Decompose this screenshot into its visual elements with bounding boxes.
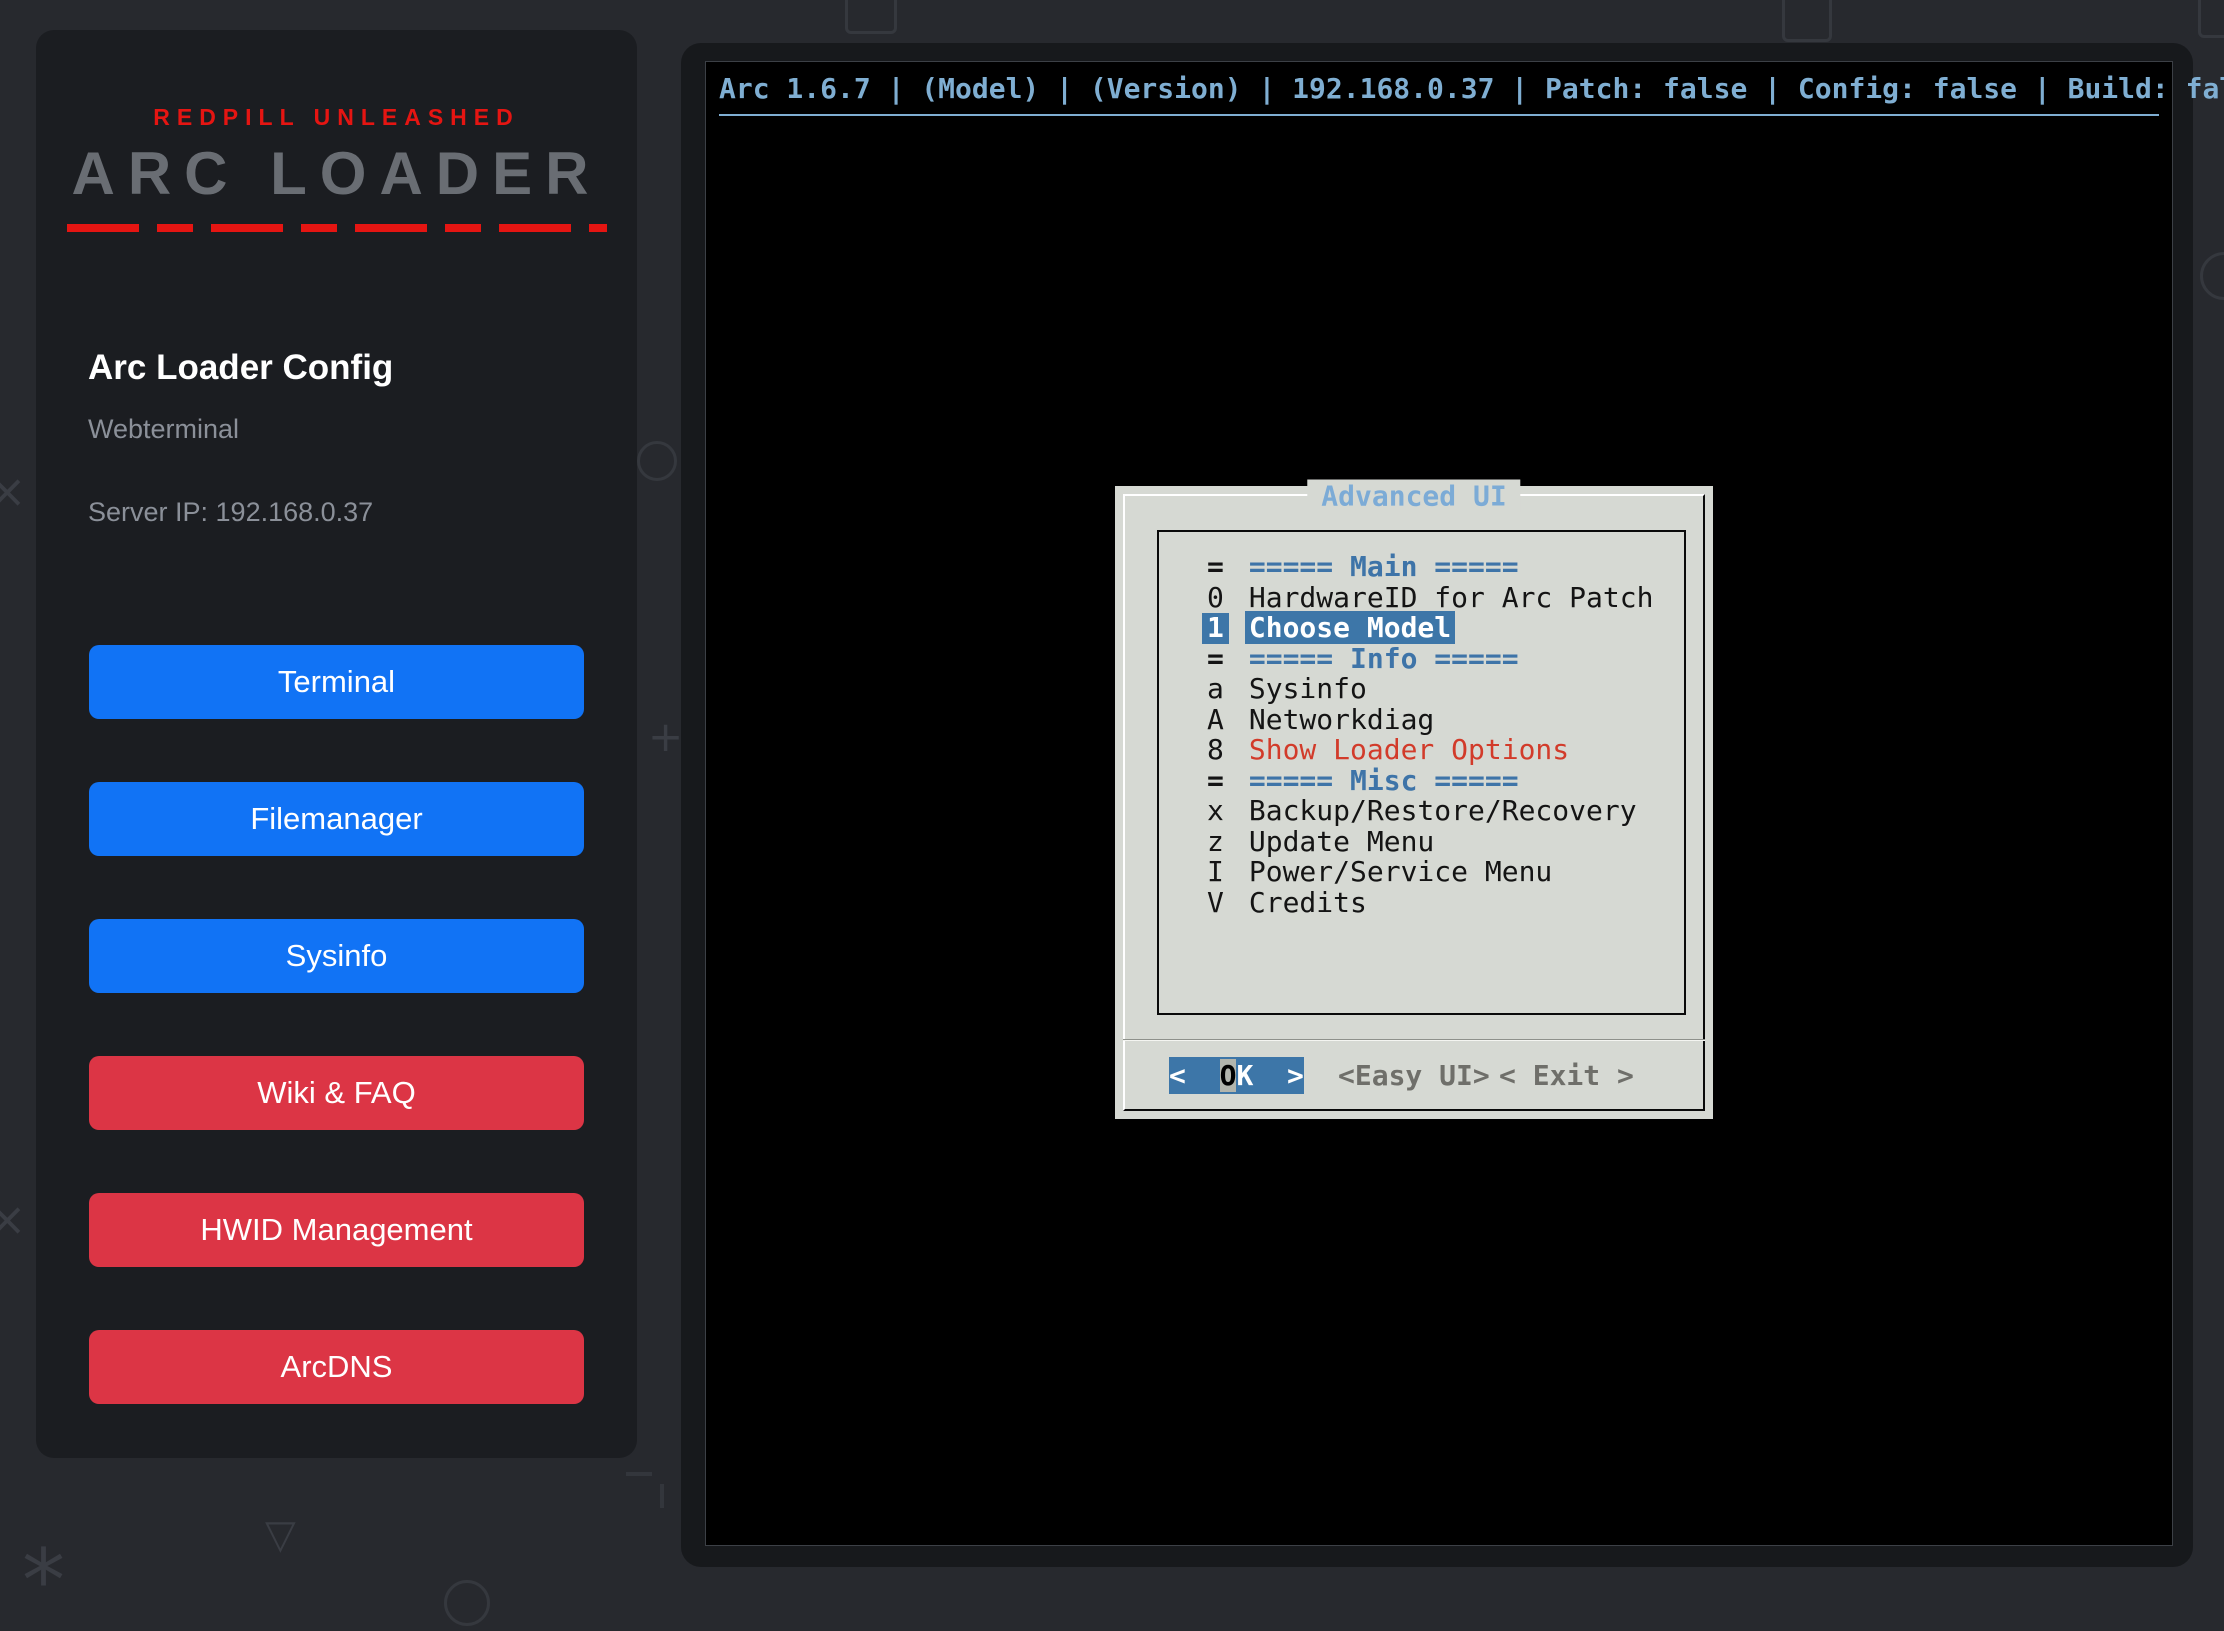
exit-button[interactable]: < Exit > [1499,1057,1634,1094]
page-title: Arc Loader Config [88,348,637,388]
decor-circle-icon [444,1580,490,1626]
menu-item-key: A [1202,705,1229,736]
menu-item-key: I [1202,857,1229,888]
menu-item-label: Show Loader Options [1245,733,1573,766]
brand-title: ARC LOADER [36,139,637,208]
menu-item-label: ===== Main ===== [1245,550,1523,583]
decor-plus-icon: + [648,716,683,758]
terminal-screen[interactable]: Arc 1.6.7 | (Model) | (Version) | 192.16… [705,61,2173,1546]
menu-item-key: = [1202,644,1229,675]
brand-logo: REDPILL UNLEASHED ARC LOADER [36,104,637,232]
menu-item-key: a [1202,674,1229,705]
sidebar-button-wiki-faq[interactable]: Wiki & FAQ [89,1056,584,1130]
menu-item-label: HardwareID for Arc Patch [1245,581,1658,614]
decor-circle-icon [2200,252,2224,300]
server-ip-label: Server IP: 192.168.0.37 [88,497,637,528]
menu-item-key: z [1202,827,1229,858]
sidebar-button-filemanager[interactable]: Filemanager [89,782,584,856]
menu-item-misc[interactable]: = ===== Misc ===== [1159,766,1684,797]
terminal-status-divider [719,114,2159,116]
ok-button-cursor: O [1220,1059,1237,1092]
page: { "colors": { "page_bg": "#27292e", "sid… [0,0,2224,1604]
sidebar-button-hwid-management[interactable]: HWID Management [89,1193,584,1267]
ok-button[interactable]: < OK > [1169,1057,1304,1094]
advanced-ui-dialog: Advanced UI ====== Main =====0HardwareID… [1115,486,1713,1119]
menu-item-backup-restore-recovery[interactable]: x Backup/Restore/Recovery [1159,796,1684,827]
dialog-separator [1123,1039,1705,1040]
menu-item-label: Backup/Restore/Recovery [1245,794,1641,827]
easy-ui-button[interactable]: <Easy UI> [1338,1057,1490,1094]
menu-item-key: V [1202,888,1229,919]
menu-item-label: Power/Service Menu [1245,855,1556,888]
menu-item-hardwareid-for-arc-patch[interactable]: 0 HardwareID for Arc Patch [1159,583,1684,614]
menu-item-credits[interactable]: V Credits [1159,888,1684,919]
menu-item-choose-model[interactable]: 1 Choose Model [1159,613,1684,644]
decor-cross-icon: × [0,1196,27,1242]
sidebar-button-sysinfo[interactable]: Sysinfo [89,919,584,993]
menu-item-key: = [1202,552,1229,583]
menu-item-label: ===== Misc ===== [1245,764,1523,797]
terminal-panel: Arc 1.6.7 | (Model) | (Version) | 192.16… [681,43,2193,1567]
sidebar-button-terminal[interactable]: Terminal [89,645,584,719]
decor-square-icon [2198,0,2224,38]
menu-item-main[interactable]: = ===== Main ===== [1159,552,1684,583]
menu-item-key: = [1202,766,1229,797]
decor-cross-icon: × [0,468,27,514]
decor-asterisk-icon: * [22,1538,65,1624]
menu-item-label: Choose Model [1245,611,1455,644]
ok-button-text: K > [1236,1059,1303,1092]
ok-button-text: < [1169,1059,1220,1092]
menu-item-info[interactable]: = ===== Info ===== [1159,644,1684,675]
menu-item-key: 8 [1202,735,1229,766]
decor-dash-icon [660,1484,664,1508]
sidebar: REDPILL UNLEASHED ARC LOADER Arc Loader … [36,30,637,1458]
page-subtitle: Webterminal [88,414,637,445]
decor-triangle-icon: ▽ [265,1515,296,1555]
menu-item-label: Sysinfo [1245,672,1371,705]
sidebar-button-arcdns[interactable]: ArcDNS [89,1330,584,1404]
terminal-status-bar: Arc 1.6.7 | (Model) | (Version) | 192.16… [719,72,2159,105]
brand-divider [67,224,607,232]
menu-item-networkdiag[interactable]: A Networkdiag [1159,705,1684,736]
decor-circle-icon [637,441,677,481]
menu-item-update-menu[interactable]: z Update Menu [1159,827,1684,858]
decor-dash-icon [626,1472,652,1476]
dialog-menu-list: = ===== Main ===== 0 HardwareID for Arc Pat… [1157,530,1686,1015]
menu-item-label: Networkdiag [1245,703,1438,736]
brand-tagline: REDPILL UNLEASHED [36,104,637,131]
dialog-title: Advanced UI [1307,480,1520,513]
decor-square-icon [1782,0,1832,42]
menu-item-key: 1 [1202,613,1229,644]
menu-item-sysinfo[interactable]: a Sysinfo [1159,674,1684,705]
menu-item-label: Credits [1245,886,1371,919]
menu-item-key: x [1202,796,1229,827]
menu-item-label: ===== Info ===== [1245,642,1523,675]
menu-item-show-loader-options[interactable]: 8 Show Loader Options [1159,735,1684,766]
sidebar-buttons: Terminal Filemanager Sysinfo Wiki & FAQ HWID… [89,645,584,1467]
decor-square-icon [845,0,897,34]
menu-item-power-service-menu[interactable]: I Power/Service Menu [1159,857,1684,888]
menu-item-key: 0 [1202,583,1229,614]
menu-item-label: Update Menu [1245,825,1438,858]
